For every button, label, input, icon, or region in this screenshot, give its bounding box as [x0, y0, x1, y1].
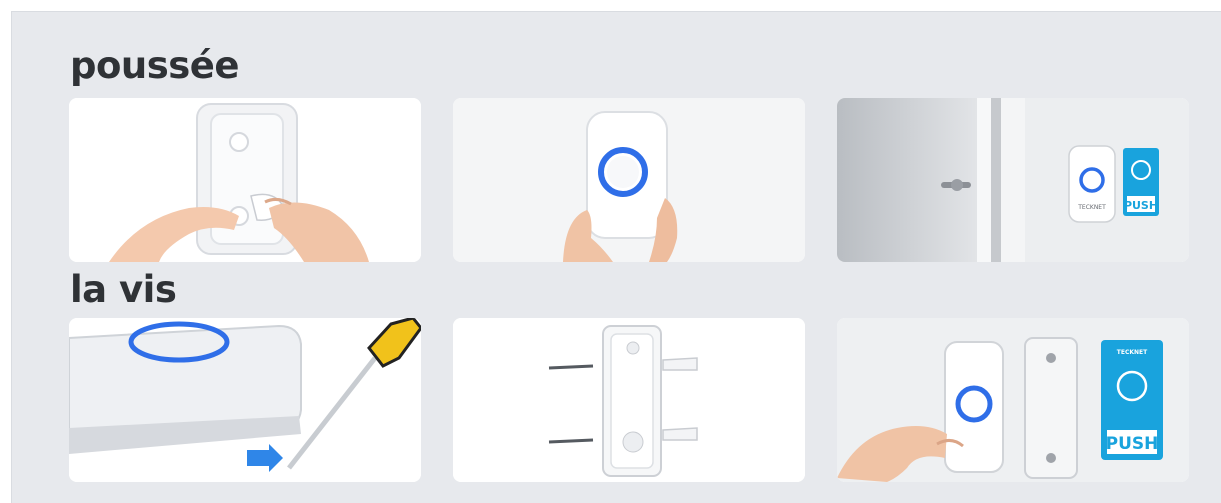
image-doorbell-beside-door: TECKNET PUSH — [837, 98, 1189, 262]
screw-mounted-doorbell-icon: TECKNET PUSH — [837, 318, 1189, 482]
push-sticker-label: PUSH — [1106, 434, 1159, 454]
brand-label: TECKNET — [1117, 349, 1148, 356]
adhesive-mounting-icon — [69, 98, 421, 262]
doorbell-beside-door-icon: TECKNET PUSH — [837, 98, 1189, 262]
image-adhesive-mounting — [69, 98, 421, 262]
section-title-push: poussée — [70, 44, 239, 87]
section-title-screw: la vis — [70, 268, 177, 311]
screwdriver-open-case-icon — [69, 318, 421, 482]
screws-and-anchors-icon — [453, 318, 805, 482]
brand-label: TECKNET — [1077, 204, 1106, 211]
image-screws-and-anchors — [453, 318, 805, 482]
push-sticker-label: PUSH — [1124, 199, 1158, 212]
image-screw-mounted-doorbell: TECKNET PUSH — [837, 318, 1189, 482]
image-doorbell-on-wall — [453, 98, 805, 262]
doorbell-on-wall-icon — [453, 98, 805, 262]
image-screwdriver-open-case — [69, 318, 421, 482]
